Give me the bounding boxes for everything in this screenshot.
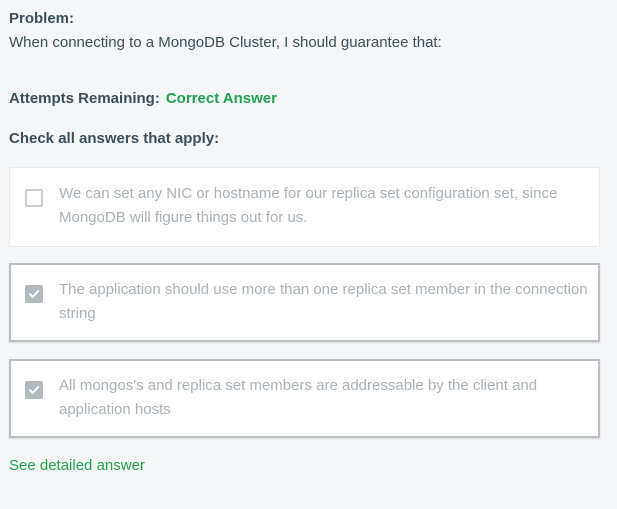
checked-checkbox[interactable]	[25, 285, 43, 303]
attempts-status: Correct Answer	[165, 90, 277, 107]
see-detailed-answer-link[interactable]: See detailed answer	[9, 457, 145, 474]
problem-statement: When connecting to a MongoDB Cluster, I …	[9, 34, 442, 51]
answer-option-2[interactable]: The application should use more than one…	[9, 263, 600, 342]
checked-checkbox[interactable]	[25, 381, 43, 399]
unchecked-checkbox[interactable]	[25, 189, 43, 207]
answer-option-text: We can set any NIC or hostname for our r…	[59, 185, 558, 226]
answer-instruction: Check all answers that apply:	[9, 130, 220, 147]
attempts-row: Attempts Remaining: Correct Answer	[9, 90, 277, 107]
checkmark-icon	[29, 386, 40, 394]
answer-option-text: The application should use more than one…	[59, 281, 588, 322]
answer-option-3[interactable]: All mongos's and replica set members are…	[9, 359, 600, 438]
answer-option-1[interactable]: We can set any NIC or hostname for our r…	[9, 167, 600, 247]
problem-title: Problem:	[9, 10, 75, 27]
attempts-label: Attempts Remaining:	[9, 90, 160, 107]
checkmark-icon	[29, 290, 40, 298]
answer-option-text: All mongos's and replica set members are…	[59, 377, 538, 418]
